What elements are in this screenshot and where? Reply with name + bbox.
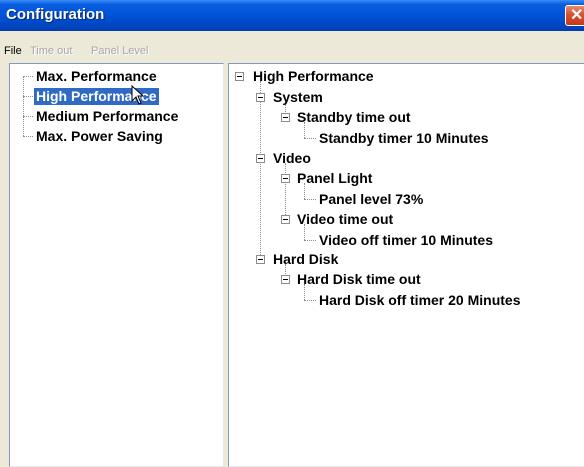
tree-line — [260, 81, 261, 257]
tree-line — [23, 116, 33, 117]
collapse-icon[interactable] — [281, 174, 290, 183]
configuration-window: Configuration ✕ File Time out Panel Leve… — [0, 0, 584, 467]
tree-node-standby-time-out[interactable]: Standby time out — [295, 109, 413, 126]
tree-line — [304, 138, 316, 139]
settings-tree[interactable]: High Performance System Standby time out… — [228, 63, 584, 467]
tree-node-panel-level[interactable]: Panel level 73% — [317, 191, 425, 208]
tree-node-high-performance[interactable]: High Performance — [251, 68, 376, 85]
arrow-cursor-icon — [131, 85, 145, 105]
menu-file[interactable]: File — [4, 45, 22, 57]
collapse-icon[interactable] — [256, 93, 265, 102]
tree-line — [304, 240, 316, 241]
tree-line — [23, 96, 33, 97]
tree-node-video-time-out[interactable]: Video time out — [295, 211, 395, 228]
menu-time-out[interactable]: Time out — [30, 45, 72, 57]
profile-tree[interactable]: Max. Performance High Performance Medium… — [9, 63, 224, 467]
tree-node-hard-disk[interactable]: Hard Disk — [271, 251, 340, 268]
tree-node-standby-timer[interactable]: Standby timer 10 Minutes — [317, 130, 491, 147]
collapse-icon[interactable] — [281, 113, 290, 122]
tree-line — [304, 199, 316, 200]
tree-node-hard-disk-off-timer[interactable]: Hard Disk off timer 20 Minutes — [317, 292, 523, 309]
collapse-icon[interactable] — [281, 275, 290, 284]
tree-line — [285, 163, 286, 219]
tree-node-system[interactable]: System — [271, 89, 325, 106]
close-icon: ✕ — [570, 7, 584, 24]
collapse-icon[interactable] — [235, 72, 244, 81]
tree-line — [23, 76, 24, 136]
window-title: Configuration — [6, 6, 105, 23]
tree-node-video[interactable]: Video — [271, 150, 313, 167]
tree-line — [304, 300, 316, 301]
tree-line — [23, 76, 33, 77]
profile-item-max-power-saving[interactable]: Max. Power Saving — [34, 128, 165, 145]
tree-node-hard-disk-time-out[interactable]: Hard Disk time out — [295, 271, 423, 288]
collapse-icon[interactable] — [256, 154, 265, 163]
title-bar[interactable]: Configuration ✕ — [0, 0, 584, 31]
close-button[interactable]: ✕ — [565, 5, 584, 26]
profile-item-medium-performance[interactable]: Medium Performance — [34, 108, 180, 125]
tree-node-video-off-timer[interactable]: Video off timer 10 Minutes — [317, 232, 495, 249]
profile-item-max-performance[interactable]: Max. Performance — [34, 68, 159, 85]
tree-line — [23, 136, 33, 137]
collapse-icon[interactable] — [281, 215, 290, 224]
tree-node-panel-light[interactable]: Panel Light — [295, 170, 374, 187]
menu-bar: File Time out Panel Level — [0, 31, 584, 58]
collapse-icon[interactable] — [256, 255, 265, 264]
menu-panel-level[interactable]: Panel Level — [91, 45, 149, 57]
